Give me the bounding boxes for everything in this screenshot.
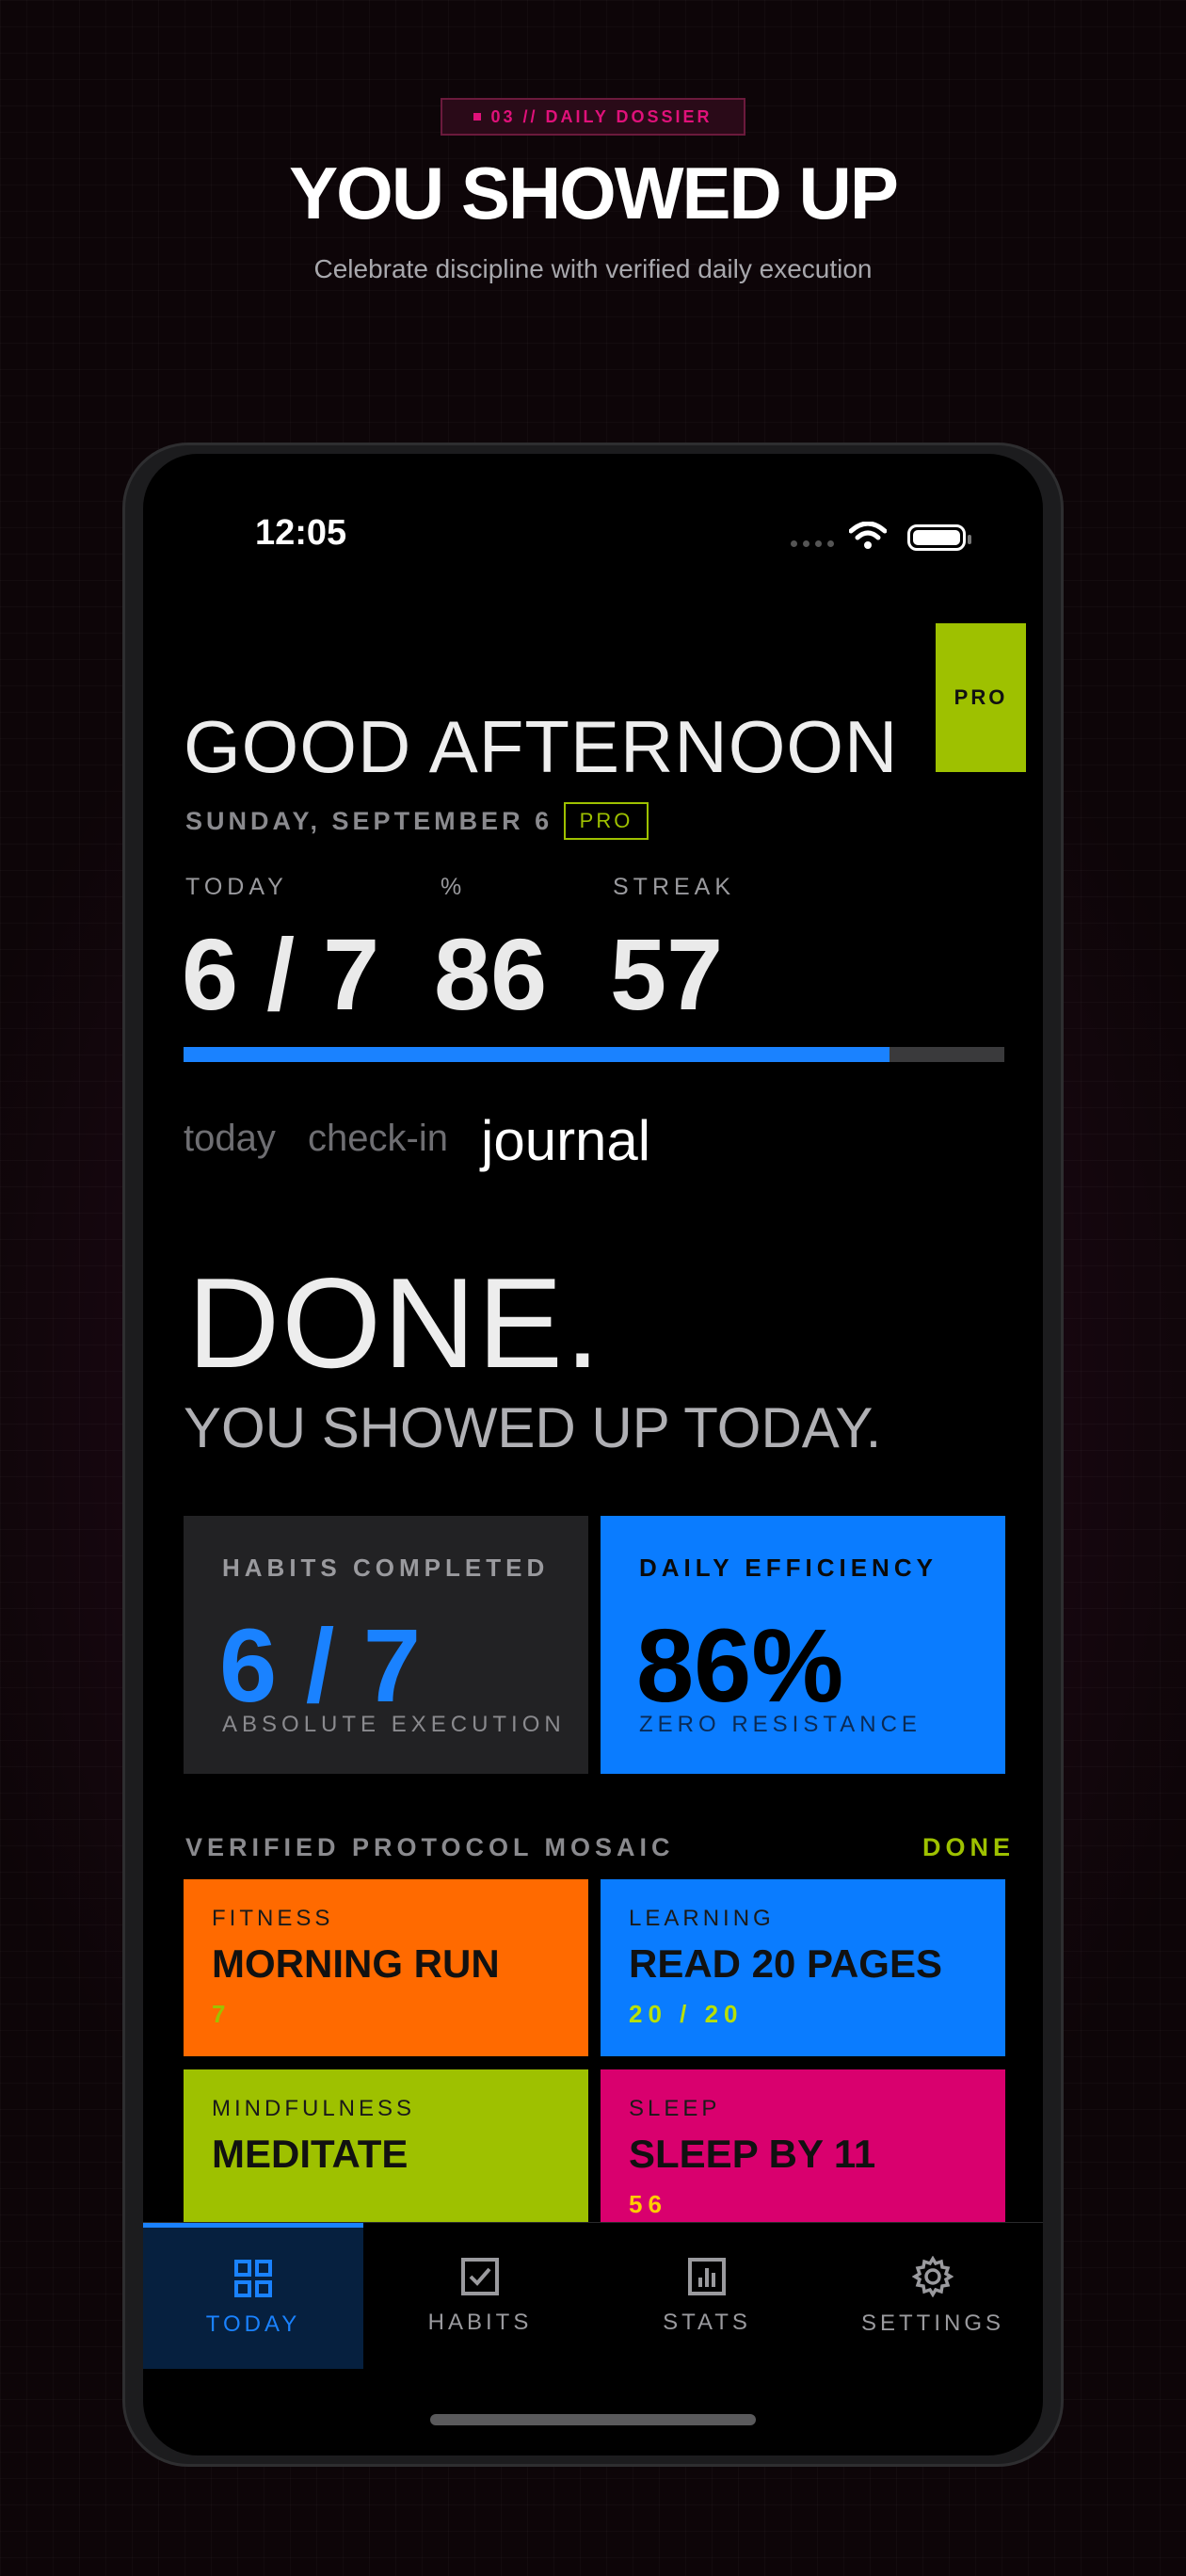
stat-label-percent: % <box>441 874 467 900</box>
hero-subtitle: Celebrate discipline with verified daily… <box>313 254 873 283</box>
tile-meta: 20 / 20 <box>629 2000 744 2028</box>
tile-name: MORNING RUN <box>212 1941 500 1986</box>
card-label: HABITS COMPLETED <box>222 1554 550 1582</box>
section-badge-label: 03 // DAILY DOSSIER <box>490 106 713 126</box>
phone-screen: 12:05 PRO GOOD AFTERNOON SUNDAY, SEPTEMB… <box>143 454 1043 2455</box>
stat-value-streak: 57 <box>610 917 724 1031</box>
habit-tile-mindfulness[interactable]: MINDFULNESS MEDITATE <box>184 2069 588 2222</box>
grid-icon <box>234 2260 272 2297</box>
date-label: SUNDAY, SEPTEMBER 6 <box>185 807 553 835</box>
stat-value-percent: 86 <box>434 917 548 1031</box>
progress-bar <box>184 1047 1004 1062</box>
badge-square-icon <box>473 113 482 121</box>
status-time: 12:05 <box>255 513 347 553</box>
daily-efficiency-card: DAILY EFFICIENCY 86% ZERO RESISTANCE <box>601 1516 1005 1774</box>
mosaic-heading: VERIFIED PROTOCOL MOSAIC <box>185 1833 675 1861</box>
greeting-title: GOOD AFTERNOON <box>184 705 899 788</box>
habit-tile-sleep[interactable]: SLEEP SLEEP BY 11 56 <box>601 2069 1005 2222</box>
done-subtitle: YOU SHOWED UP TODAY. <box>184 1396 882 1459</box>
gear-icon <box>912 2255 954 2297</box>
tile-meta: 7 <box>212 2000 232 2028</box>
nav-label: SETTINGS <box>860 2310 1004 2336</box>
nav-settings[interactable]: SETTINGS <box>823 2223 1043 2369</box>
pro-badge[interactable]: PRO <box>936 623 1026 772</box>
battery-icon <box>907 524 971 551</box>
stat-value-today: 6 / 7 <box>182 917 380 1031</box>
stat-label-today: TODAY <box>185 874 288 900</box>
tab-today[interactable]: today <box>184 1118 276 1160</box>
habit-tile-learning[interactable]: LEARNING READ 20 PAGES 20 / 20 <box>601 1879 1005 2056</box>
tile-name: SLEEP BY 11 <box>629 2132 876 2176</box>
tile-category: SLEEP <box>629 2096 721 2121</box>
card-subtext: ABSOLUTE EXECUTION <box>222 1712 566 1737</box>
bar-chart-icon <box>688 2257 726 2295</box>
pro-tag: PRO <box>564 802 649 840</box>
card-value: 6 / 7 <box>219 1608 422 1724</box>
home-indicator[interactable] <box>430 2414 756 2425</box>
nav-label: STATS <box>663 2309 751 2335</box>
nav-habits[interactable]: HABITS <box>370 2223 590 2369</box>
habits-completed-card: HABITS COMPLETED 6 / 7 ABSOLUTE EXECUTIO… <box>184 1516 588 1774</box>
tile-name: MEDITATE <box>212 2132 409 2176</box>
nav-stats[interactable]: STATS <box>597 2223 817 2369</box>
nav-today[interactable]: TODAY <box>143 2223 363 2369</box>
habit-tile-fitness[interactable]: FITNESS MORNING RUN 7 <box>184 1879 588 2056</box>
tile-category: FITNESS <box>212 1906 334 1931</box>
tile-category: MINDFULNESS <box>212 2096 416 2121</box>
bottom-nav: TODAY HABITS STATS SETTINGS <box>143 2222 1043 2374</box>
card-value: 86% <box>636 1608 844 1724</box>
tile-meta: 56 <box>629 2190 667 2218</box>
progress-fill <box>184 1047 890 1062</box>
hero-title: YOU SHOWED UP <box>289 152 899 234</box>
nav-label: HABITS <box>427 2309 533 2335</box>
card-subtext: ZERO RESISTANCE <box>639 1712 922 1737</box>
signal-dots-icon <box>791 540 834 547</box>
tab-journal[interactable]: journal <box>481 1108 650 1173</box>
card-label: DAILY EFFICIENCY <box>639 1554 938 1582</box>
mosaic-status: DONE <box>922 1833 1016 1861</box>
checkbox-icon <box>461 2257 499 2295</box>
wifi-icon <box>848 521 888 555</box>
stat-label-streak: STREAK <box>613 874 736 900</box>
section-badge: 03 // DAILY DOSSIER <box>441 98 745 136</box>
tile-category: LEARNING <box>629 1906 775 1931</box>
tile-name: READ 20 PAGES <box>629 1941 942 1986</box>
tab-check-in[interactable]: check-in <box>308 1118 448 1160</box>
nav-label: TODAY <box>205 2311 301 2337</box>
done-title: DONE. <box>187 1251 602 1394</box>
